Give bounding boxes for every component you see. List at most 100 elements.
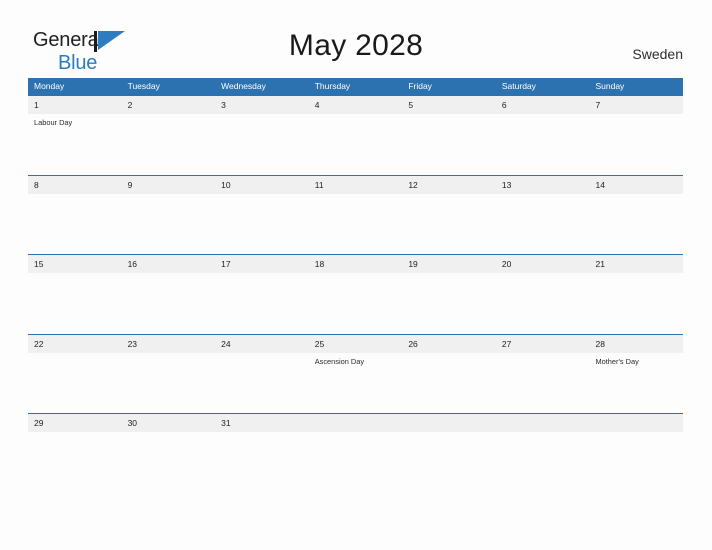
day-cell[interactable] bbox=[309, 114, 403, 175]
event-band bbox=[28, 432, 683, 493]
day-number[interactable]: 5 bbox=[402, 96, 496, 114]
day-cell-empty bbox=[402, 432, 496, 493]
date-band: 1 2 3 4 5 6 7 bbox=[28, 96, 683, 114]
day-number[interactable]: 24 bbox=[215, 335, 309, 353]
day-cell[interactable] bbox=[402, 194, 496, 255]
day-number[interactable]: 15 bbox=[28, 255, 122, 273]
day-cell[interactable] bbox=[496, 273, 590, 334]
day-number[interactable]: 2 bbox=[122, 96, 216, 114]
date-band: 29 30 31 bbox=[28, 414, 683, 433]
day-number[interactable]: 17 bbox=[215, 255, 309, 273]
page-title: May 2028 bbox=[288, 29, 424, 62]
calendar-grid: Monday Tuesday Wednesday Thursday Friday… bbox=[28, 78, 683, 493]
day-cell-empty bbox=[496, 432, 590, 493]
weekday-header-thursday: Thursday bbox=[314, 81, 351, 91]
week-row: 29 30 31 bbox=[28, 413, 683, 493]
weekday-header-sunday: Sunday bbox=[595, 81, 625, 91]
day-cell[interactable] bbox=[122, 194, 216, 255]
day-number[interactable]: 29 bbox=[28, 414, 122, 432]
day-cell[interactable] bbox=[589, 194, 683, 255]
day-cell[interactable] bbox=[402, 114, 496, 175]
week-row: 1 2 3 4 5 6 7 Labour Day bbox=[28, 95, 683, 175]
day-number[interactable]: 4 bbox=[309, 96, 403, 114]
day-cell-empty bbox=[309, 432, 403, 493]
day-cell[interactable] bbox=[215, 273, 309, 334]
day-number[interactable]: 16 bbox=[122, 255, 216, 273]
day-cell[interactable] bbox=[122, 114, 216, 175]
day-number-empty bbox=[496, 414, 590, 432]
day-cell[interactable] bbox=[28, 194, 122, 255]
day-number[interactable]: 11 bbox=[309, 176, 403, 194]
event-band: Ascension Day Mother's Day bbox=[28, 353, 683, 414]
day-number[interactable]: 26 bbox=[402, 335, 496, 353]
day-cell[interactable] bbox=[589, 114, 683, 175]
day-cell[interactable]: Mother's Day bbox=[589, 353, 683, 414]
country-label: Sweden bbox=[632, 46, 683, 62]
weekday-header-row: Monday Tuesday Wednesday Thursday Friday… bbox=[28, 78, 683, 95]
day-cell[interactable] bbox=[28, 353, 122, 414]
day-cell[interactable] bbox=[309, 194, 403, 255]
day-number[interactable]: 30 bbox=[122, 414, 216, 432]
day-number[interactable]: 31 bbox=[215, 414, 309, 432]
week-row: 8 9 10 11 12 13 14 bbox=[28, 174, 683, 255]
event-band bbox=[28, 194, 683, 255]
weekday-header-monday: Monday bbox=[34, 81, 65, 91]
day-cell[interactable] bbox=[215, 353, 309, 414]
date-band: 15 16 17 18 19 20 21 bbox=[28, 255, 683, 274]
day-number[interactable]: 28 bbox=[589, 335, 683, 353]
day-number-empty bbox=[309, 414, 403, 432]
day-number[interactable]: 20 bbox=[496, 255, 590, 273]
day-number[interactable]: 3 bbox=[215, 96, 309, 114]
day-cell[interactable] bbox=[122, 432, 216, 493]
day-cell[interactable] bbox=[122, 353, 216, 414]
day-cell[interactable] bbox=[215, 114, 309, 175]
day-cell[interactable] bbox=[122, 273, 216, 334]
day-number[interactable]: 22 bbox=[28, 335, 122, 353]
day-cell[interactable] bbox=[215, 432, 309, 493]
day-cell[interactable]: Ascension Day bbox=[309, 353, 403, 414]
day-cell[interactable] bbox=[28, 432, 122, 493]
day-number[interactable]: 19 bbox=[402, 255, 496, 273]
day-number[interactable]: 6 bbox=[496, 96, 590, 114]
weekday-header-friday: Friday bbox=[408, 81, 432, 91]
event-band bbox=[28, 273, 683, 334]
day-cell[interactable] bbox=[496, 114, 590, 175]
day-number[interactable]: 14 bbox=[589, 176, 683, 194]
day-number[interactable]: 21 bbox=[589, 255, 683, 273]
day-cell[interactable] bbox=[496, 194, 590, 255]
page-header: General Blue May 2028 Sweden bbox=[0, 0, 712, 78]
day-number[interactable]: 13 bbox=[496, 176, 590, 194]
week-row: 22 23 24 25 26 27 28 Ascension Day Mothe… bbox=[28, 333, 683, 414]
day-number-empty bbox=[589, 414, 683, 432]
day-cell[interactable]: Labour Day bbox=[28, 114, 122, 175]
day-number-empty bbox=[402, 414, 496, 432]
weekday-header-tuesday: Tuesday bbox=[127, 81, 160, 91]
day-cell[interactable] bbox=[28, 273, 122, 334]
weekday-header-wednesday: Wednesday bbox=[221, 81, 266, 91]
date-band: 8 9 10 11 12 13 14 bbox=[28, 175, 683, 194]
day-number[interactable]: 8 bbox=[28, 176, 122, 194]
event-label: Ascension Day bbox=[314, 356, 365, 366]
day-number[interactable]: 1 bbox=[28, 96, 122, 114]
day-number[interactable]: 25 bbox=[309, 335, 403, 353]
day-cell[interactable] bbox=[402, 353, 496, 414]
day-cell[interactable] bbox=[589, 273, 683, 334]
event-label: Mother's Day bbox=[595, 356, 639, 366]
day-number[interactable]: 23 bbox=[122, 335, 216, 353]
day-number[interactable]: 18 bbox=[309, 255, 403, 273]
date-band: 22 23 24 25 26 27 28 bbox=[28, 334, 683, 353]
day-cell[interactable] bbox=[496, 353, 590, 414]
day-number[interactable]: 27 bbox=[496, 335, 590, 353]
event-band: Labour Day bbox=[28, 114, 683, 175]
day-number[interactable]: 12 bbox=[402, 176, 496, 194]
event-label: Labour Day bbox=[34, 118, 73, 127]
weekday-header-saturday: Saturday bbox=[501, 81, 536, 91]
day-number[interactable]: 9 bbox=[122, 176, 216, 194]
day-cell[interactable] bbox=[215, 194, 309, 255]
day-cell[interactable] bbox=[309, 273, 403, 334]
day-number[interactable]: 10 bbox=[215, 176, 309, 194]
day-cell-empty bbox=[589, 432, 683, 493]
day-number[interactable]: 7 bbox=[589, 96, 683, 114]
day-cell[interactable] bbox=[402, 273, 496, 334]
week-row: 15 16 17 18 19 20 21 bbox=[28, 254, 683, 334]
